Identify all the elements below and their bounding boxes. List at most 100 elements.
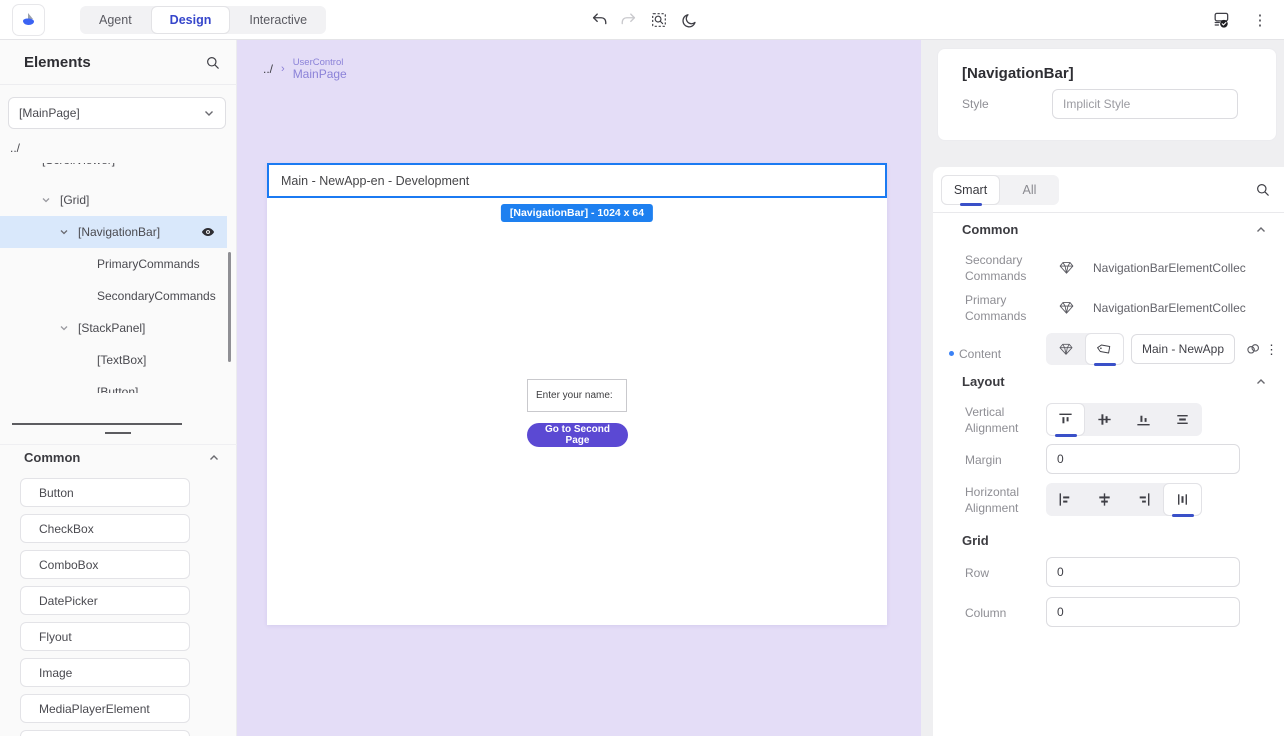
elements-search-icon[interactable] bbox=[205, 55, 221, 71]
content-value-input[interactable] bbox=[1131, 334, 1235, 364]
top-toolbar: Agent Design Interactive bbox=[0, 0, 1284, 40]
content-mode-object-button[interactable] bbox=[1046, 333, 1085, 365]
binding-link-icon[interactable] bbox=[1245, 341, 1261, 357]
chevron-up-icon bbox=[208, 452, 220, 464]
selected-element-card: [NavigationBar] Style bbox=[937, 48, 1277, 141]
toolbox-item-image[interactable]: Image bbox=[20, 658, 190, 687]
tree-item-stackpanel[interactable]: [StackPanel] bbox=[0, 312, 227, 344]
halign-right-button[interactable] bbox=[1124, 483, 1163, 516]
halign-center-button[interactable] bbox=[1085, 483, 1124, 516]
toolbox-item-combobox[interactable]: ComboBox bbox=[20, 550, 190, 579]
object-type-gem-icon bbox=[1058, 259, 1075, 276]
toolbox-item-button[interactable]: Button bbox=[20, 478, 190, 507]
tree-item-scrollviewer[interactable]: [ScrollViewer] bbox=[0, 163, 227, 176]
stretch-horizontal-icon bbox=[1174, 491, 1191, 508]
breadcrumb-root[interactable]: ../ bbox=[263, 62, 273, 76]
selected-mode-underline bbox=[1094, 363, 1116, 366]
margin-label: Margin bbox=[965, 453, 1002, 469]
page-selector-value: [MainPage] bbox=[19, 106, 80, 120]
tab-smart[interactable]: Smart bbox=[941, 175, 1000, 205]
section-grid-label: Grid bbox=[962, 533, 989, 548]
tab-design[interactable]: Design bbox=[151, 6, 231, 34]
device-status-icon[interactable] bbox=[1211, 10, 1231, 30]
style-input[interactable] bbox=[1052, 89, 1238, 119]
tree-item-button[interactable]: [Button] bbox=[0, 376, 227, 393]
toolbox-item-flyout[interactable]: Flyout bbox=[20, 622, 190, 651]
tabs-divider bbox=[933, 212, 1284, 213]
valign-stretch-button[interactable] bbox=[1163, 403, 1202, 436]
properties-search-icon[interactable] bbox=[1255, 182, 1271, 198]
selected-valign-underline bbox=[1055, 434, 1077, 437]
content-mode-literal-button[interactable] bbox=[1085, 333, 1124, 365]
valign-top-button[interactable] bbox=[1046, 403, 1085, 436]
design-go-to-second-page-button[interactable]: Go to Second Page bbox=[527, 423, 628, 447]
primary-commands-value: NavigationBarElementCollec bbox=[1093, 301, 1258, 315]
left-sidebar: Elements [MainPage] ../ [ScrollViewer] [… bbox=[0, 40, 237, 736]
tree-item-primarycommands[interactable]: PrimaryCommands bbox=[0, 248, 227, 280]
valign-bottom-button[interactable] bbox=[1124, 403, 1163, 436]
align-bottom-icon bbox=[1135, 411, 1152, 428]
tree-root-path[interactable]: ../ bbox=[10, 141, 20, 155]
toolbox-item-datepicker[interactable]: DatePicker bbox=[20, 586, 190, 615]
tree-item-textbox[interactable]: [TextBox] bbox=[0, 344, 227, 376]
tree-item-secondarycommands[interactable]: SecondaryCommands bbox=[0, 280, 227, 312]
modified-property-dot bbox=[949, 351, 954, 356]
undo-icon[interactable] bbox=[589, 10, 609, 30]
mode-tab-group: Agent Design Interactive bbox=[80, 6, 326, 34]
vertical-alignment-toggle bbox=[1046, 403, 1202, 436]
tree-item-navigationbar[interactable]: [NavigationBar] bbox=[0, 216, 227, 248]
element-tree: [ScrollViewer] [Grid] [NavigationBar] Pr… bbox=[0, 163, 227, 393]
navigationbar-title-text: Main - NewApp-en - Development bbox=[281, 174, 469, 188]
chevron-down-icon bbox=[58, 322, 70, 334]
primary-commands-label: Primary Commands bbox=[965, 293, 1045, 324]
design-canvas[interactable]: ../ › UserControl MainPage Main - NewApp… bbox=[237, 40, 921, 736]
app-logo-button[interactable] bbox=[12, 4, 45, 36]
align-horizontal-center-icon bbox=[1096, 491, 1113, 508]
content-mode-toggle bbox=[1046, 333, 1124, 365]
chevron-up-icon[interactable] bbox=[1255, 224, 1267, 236]
design-navigationbar-selected[interactable]: Main - NewApp-en - Development bbox=[267, 163, 887, 198]
properties-panel: [NavigationBar] Style Smart All Common bbox=[921, 40, 1284, 736]
toolbox-item-clipped[interactable] bbox=[20, 730, 190, 736]
tab-agent[interactable]: Agent bbox=[80, 6, 151, 34]
grid-row-input[interactable] bbox=[1046, 557, 1240, 587]
align-vertical-center-icon bbox=[1096, 411, 1113, 428]
redo-icon[interactable] bbox=[619, 10, 639, 30]
selection-size-badge: [NavigationBar] - 1024 x 64 bbox=[501, 204, 653, 222]
tree-item-grid[interactable]: [Grid] bbox=[0, 184, 227, 216]
zoom-selection-icon[interactable] bbox=[649, 10, 669, 30]
align-right-icon bbox=[1135, 491, 1152, 508]
section-layout-label: Layout bbox=[962, 374, 1005, 389]
content-overflow-icon[interactable]: ⋮ bbox=[1265, 343, 1278, 356]
active-tab-underline bbox=[960, 203, 982, 206]
horizontal-alignment-toggle bbox=[1046, 483, 1202, 516]
breadcrumb-current[interactable]: UserControl MainPage bbox=[293, 58, 347, 81]
object-type-gem-icon bbox=[1058, 341, 1074, 357]
design-surface-page[interactable]: Main - NewApp-en - Development [Navigati… bbox=[267, 163, 887, 625]
toolbox-panel-header: Toolbox bbox=[0, 403, 237, 445]
halign-stretch-button[interactable] bbox=[1163, 483, 1202, 516]
tree-scrollbar[interactable] bbox=[228, 252, 231, 362]
secondary-commands-label: Secondary Commands bbox=[965, 253, 1045, 284]
section-common-label: Common bbox=[962, 222, 1018, 237]
elements-panel-title: Elements bbox=[24, 54, 91, 71]
valign-center-button[interactable] bbox=[1085, 403, 1124, 436]
dark-mode-moon-icon[interactable] bbox=[679, 10, 699, 30]
selected-element-title: [NavigationBar] bbox=[962, 65, 1074, 82]
chevron-up-icon[interactable] bbox=[1255, 376, 1267, 388]
design-textbox[interactable] bbox=[527, 379, 627, 412]
breadcrumb-page: MainPage bbox=[293, 68, 347, 81]
tab-all[interactable]: All bbox=[1000, 175, 1059, 205]
page-selector-dropdown[interactable]: [MainPage] bbox=[8, 97, 226, 129]
toolbox-item-mediaplayerelement[interactable]: MediaPlayerElement bbox=[20, 694, 190, 723]
toolbox-section-common[interactable]: Common bbox=[24, 450, 220, 465]
toolbox-item-checkbox[interactable]: CheckBox bbox=[20, 514, 190, 543]
content-label: Content bbox=[959, 347, 1001, 363]
tab-interactive[interactable]: Interactive bbox=[230, 6, 326, 34]
margin-input[interactable] bbox=[1046, 444, 1240, 474]
tag-icon bbox=[1093, 338, 1115, 360]
halign-left-button[interactable] bbox=[1046, 483, 1085, 516]
overflow-menu-icon[interactable]: ⋮ bbox=[1250, 10, 1270, 30]
grid-column-input[interactable] bbox=[1046, 597, 1240, 627]
visibility-eye-icon[interactable] bbox=[200, 224, 216, 240]
